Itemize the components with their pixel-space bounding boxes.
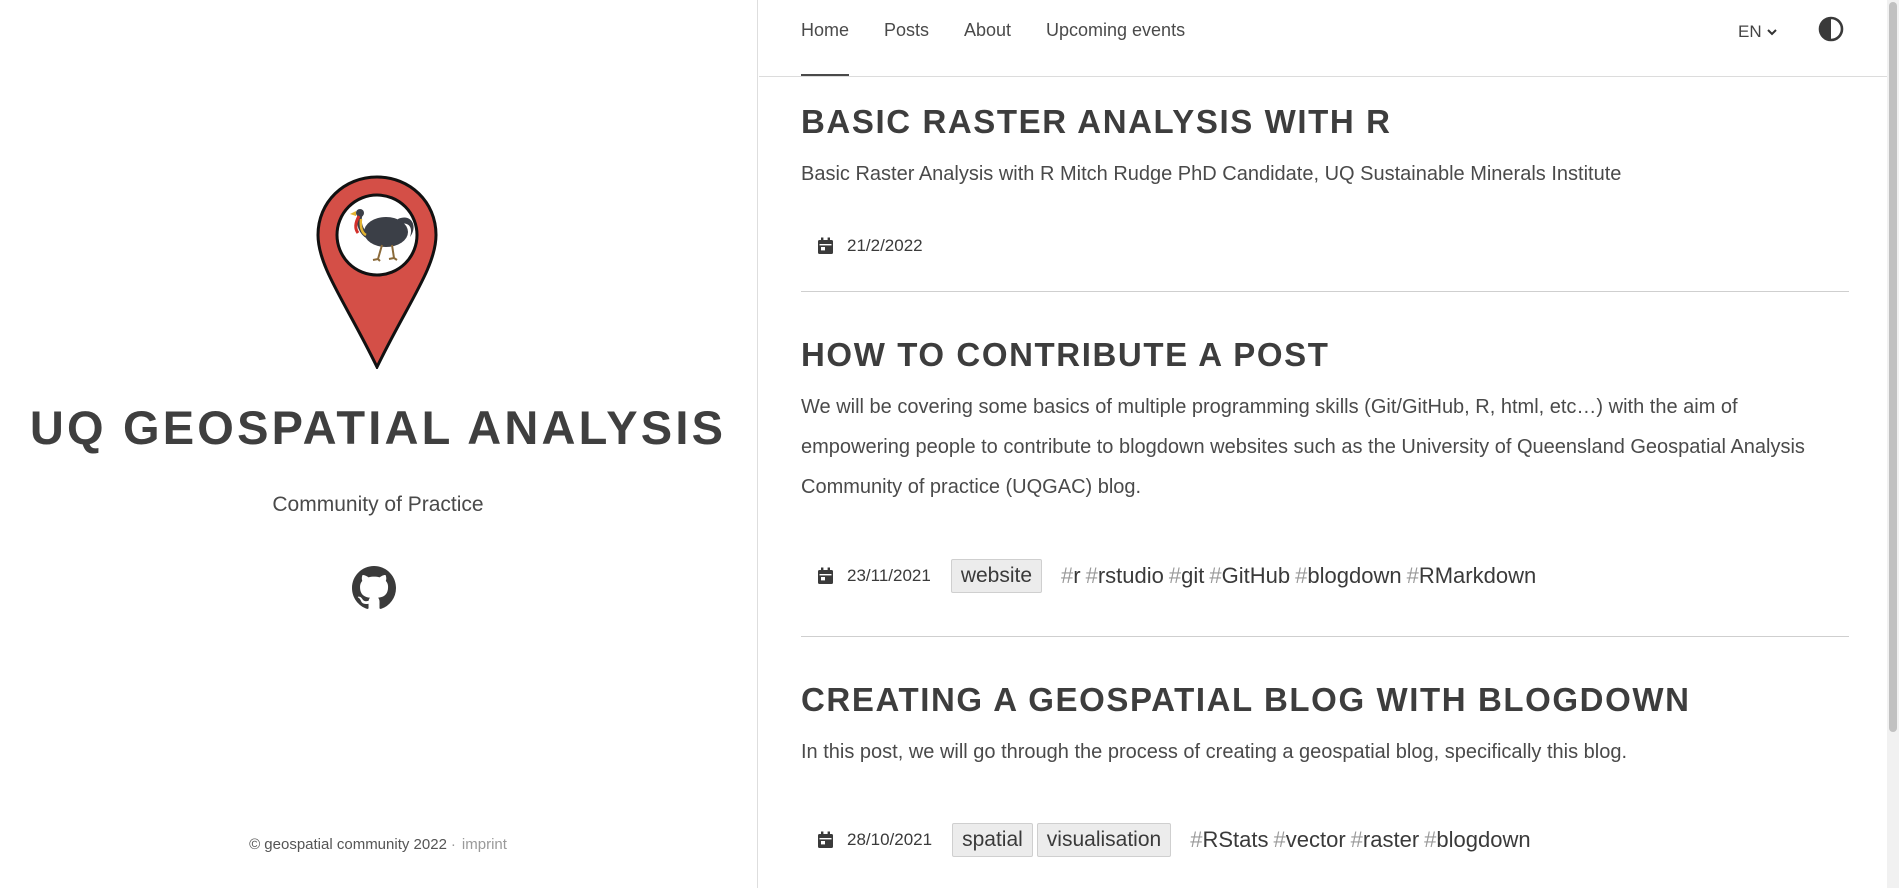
copyright-text: © geospatial community 2022 [249, 836, 447, 853]
category-badge[interactable]: visualisation [1036, 823, 1172, 857]
post-summary: We will be covering some basics of multi… [801, 396, 1805, 498]
post-date: 23/11/2021 [847, 566, 931, 585]
post-meta: 28/10/2021 spatial visualisation #RStats… [817, 823, 1531, 857]
tag-list: #RStats #vector #raster #blogdown [1190, 827, 1530, 853]
sidebar-footer: © geospatial community 2022 · imprint [0, 836, 756, 853]
imprint-link[interactable]: imprint [462, 836, 507, 853]
chevron-down-icon [1766, 29, 1777, 36]
post-item: BASIC RASTER ANALYSIS WITH R Basic Raste… [801, 103, 1849, 194]
tag-link[interactable]: #rstudio [1086, 563, 1164, 589]
tag-link[interactable]: #blogdown [1424, 827, 1530, 853]
post-divider [801, 636, 1849, 637]
post-summary: In this post, we will go through the pro… [801, 741, 1628, 763]
post-title[interactable]: HOW TO CONTRIBUTE A POST [801, 336, 1849, 374]
contrast-icon[interactable] [1818, 16, 1844, 42]
github-icon[interactable] [352, 566, 396, 610]
footer-separator: · [450, 836, 456, 853]
nav-about[interactable]: About [964, 20, 1011, 41]
tag-link[interactable]: #git [1169, 563, 1205, 589]
site-logo[interactable] [314, 175, 440, 369]
tag-link[interactable]: #r [1061, 563, 1081, 589]
post-date: 21/2/2022 [847, 236, 923, 255]
post-date: 28/10/2021 [847, 830, 933, 849]
site-title[interactable]: UQ GEOSPATIAL ANALYSIS [0, 400, 756, 455]
calendar-icon [818, 831, 833, 848]
post-title[interactable]: BASIC RASTER ANALYSIS WITH R [801, 103, 1849, 141]
site-subtitle: Community of Practice [272, 493, 484, 516]
post-item: CREATING A GEOSPATIAL BLOG WITH BLOGDOWN… [801, 681, 1849, 772]
language-selector[interactable]: EN [1738, 22, 1778, 42]
calendar-icon [818, 567, 833, 584]
nav-posts[interactable]: Posts [884, 20, 929, 41]
nav-home[interactable]: Home [801, 20, 850, 76]
language-label: EN [1738, 22, 1762, 41]
post-item: HOW TO CONTRIBUTE A POST We will be cove… [801, 336, 1849, 507]
scrollbar-thumb[interactable] [1889, 2, 1897, 732]
tag-link[interactable]: #raster [1351, 827, 1420, 853]
post-summary: Basic Raster Analysis with R Mitch Rudge… [801, 163, 1622, 185]
tag-link[interactable]: #blogdown [1295, 563, 1401, 589]
tag-link[interactable]: #GitHub [1209, 563, 1290, 589]
tag-list: #r #rstudio #git #GitHub #blogdown #RMar… [1061, 563, 1536, 589]
category-badge[interactable]: spatial [952, 823, 1033, 857]
category-badge[interactable]: website [950, 559, 1043, 593]
nav-upcoming-events[interactable]: Upcoming events [1046, 20, 1185, 41]
post-title[interactable]: CREATING A GEOSPATIAL BLOG WITH BLOGDOWN [801, 681, 1849, 719]
tag-link[interactable]: #RStats [1190, 827, 1268, 853]
calendar-icon [818, 237, 833, 254]
tag-link[interactable]: #vector [1273, 827, 1345, 853]
page-scrollbar[interactable] [1887, 0, 1899, 888]
tag-link[interactable]: #RMarkdown [1407, 563, 1537, 589]
top-navigation: Home Posts About Upcoming events EN [759, 0, 1899, 77]
post-meta: 21/2/2022 [817, 236, 943, 256]
post-meta: 23/11/2021 website #r #rstudio #git #Git… [817, 559, 1536, 593]
sidebar: UQ GEOSPATIAL ANALYSIS Community of Prac… [0, 0, 758, 888]
post-divider [801, 291, 1849, 292]
